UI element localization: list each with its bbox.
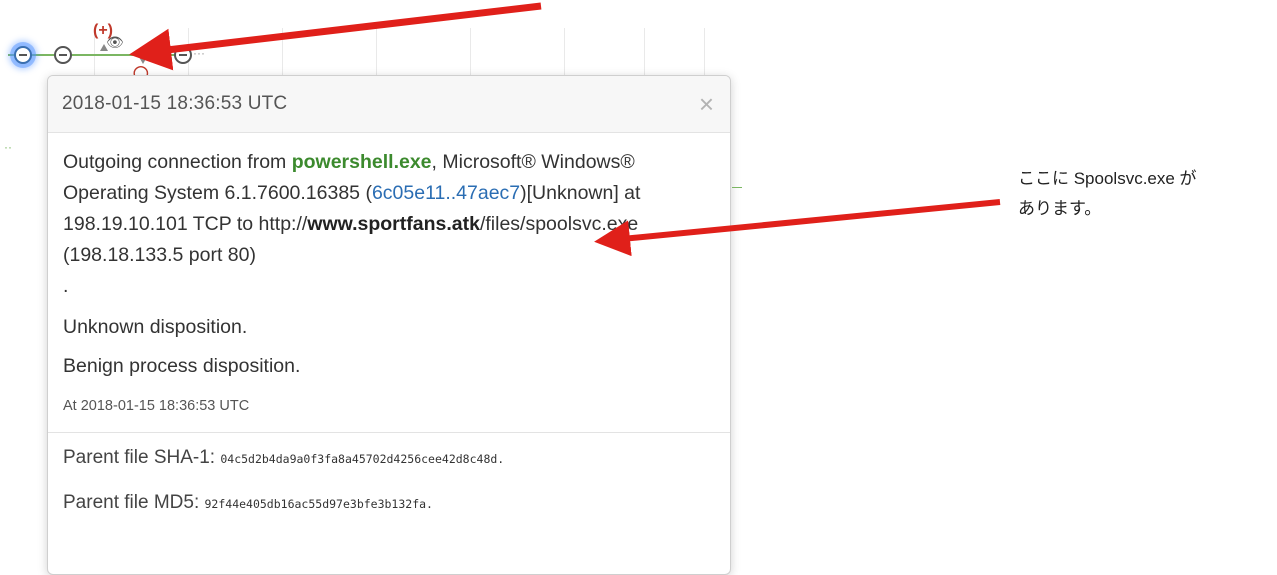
- timeline-ellipsis: ··: [4, 140, 12, 154]
- process-name[interactable]: powershell.exe: [292, 151, 432, 173]
- annotation-note: ここに Spoolsvc.exe が あります。: [1018, 164, 1258, 224]
- timeline-node[interactable]: [54, 46, 72, 64]
- event-popover: 2018-01-15 18:36:53 UTC × Outgoing conne…: [47, 75, 731, 575]
- timeline-connection: [8, 54, 188, 56]
- up-marker-icon: [100, 44, 108, 51]
- annotation-line-1: ここに Spoolsvc.exe が: [1018, 169, 1197, 188]
- at-label: At: [63, 398, 81, 414]
- eye-icon[interactable]: 👁: [106, 34, 124, 51]
- timeline-ellipsis: ···: [193, 46, 205, 60]
- parent-md5-label: Parent file MD5:: [63, 492, 205, 513]
- parent-sha1-value: 04c5d2b4da9a0f3fa8a45702d4256cee42d8c48d…: [220, 452, 505, 466]
- popover-body: Outgoing connection from powershell.exe,…: [48, 133, 730, 418]
- annotation-line-2: あります。: [1018, 199, 1102, 218]
- timeline-connection: [732, 187, 742, 188]
- timeline-node[interactable]: [174, 46, 192, 64]
- parent-file-info: Parent file SHA-1: 04c5d2b4da9a0f3fa8a45…: [48, 433, 730, 517]
- popover-header: 2018-01-15 18:36:53 UTC ×: [48, 76, 730, 133]
- at-value: 2018-01-15 18:36:53 UTC: [80, 398, 250, 414]
- down-marker-icon: [139, 57, 147, 64]
- process-disposition-text: Benign process disposition.: [63, 355, 301, 377]
- hash-link[interactable]: 6c05e11..47aec7: [372, 182, 520, 204]
- parent-sha1-row: Parent file SHA-1: 04c5d2b4da9a0f3fa8a45…: [63, 445, 714, 472]
- description-period: .: [63, 275, 69, 297]
- disposition-text: Unknown disposition.: [63, 316, 248, 338]
- timeline-node-selected[interactable]: [14, 46, 32, 64]
- domain-name: www.sportfans.atk: [307, 213, 480, 235]
- popover-title: 2018-01-15 18:36:53 UTC: [62, 93, 288, 114]
- event-timestamp: At 2018-01-15 18:36:53 UTC: [63, 394, 714, 418]
- parent-md5-value: 92f44e405db16ac55d97e3bfe3b132fa.: [204, 497, 433, 511]
- parent-md5-row: Parent file MD5: 92f44e405db16ac55d97e3b…: [63, 490, 714, 517]
- event-description: Outgoing connection from powershell.exe,…: [63, 147, 714, 302]
- description-prefix: Outgoing connection from: [63, 151, 292, 173]
- parent-sha1-label: Parent file SHA-1:: [63, 447, 221, 468]
- close-icon[interactable]: ×: [699, 91, 714, 117]
